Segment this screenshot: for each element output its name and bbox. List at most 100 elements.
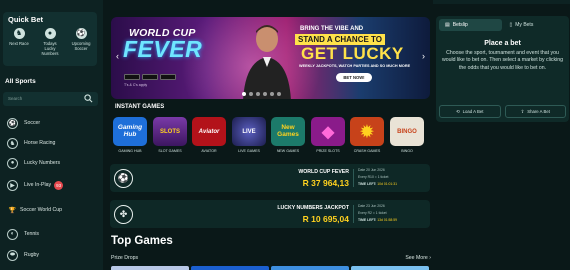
betslip-tabs: ▤ Betslip ▯ My Bets xyxy=(439,19,566,31)
game-label: NEW GAMES xyxy=(276,149,300,153)
jackpot-date: Date 20 Jun 2026 xyxy=(358,168,385,172)
game-thumb: ✹ xyxy=(350,117,384,146)
banner-dot[interactable] xyxy=(263,92,267,96)
quick-bet-label: Todays Lucky Numbers xyxy=(41,41,59,57)
game-label: GAMING HUB xyxy=(118,149,142,153)
game-tile-crash-games[interactable]: ✹ CRASH GAMES xyxy=(350,117,384,153)
rugby-icon: ⬬ xyxy=(7,249,18,261)
tab-my-bets[interactable]: ▯ My Bets xyxy=(504,19,567,31)
betslip-icon: ▤ xyxy=(445,22,450,28)
jackpot-divider xyxy=(353,205,354,223)
banner-tagline: BRING THE VIBE AND xyxy=(300,26,364,32)
game-label: LIVE GAMES xyxy=(238,149,260,153)
share-icon: ⇪ xyxy=(520,108,525,114)
sidebar-item-soccer-world-cup[interactable]: 🏆 Soccer World Cup xyxy=(0,201,103,219)
sidebar-item-live-in-play[interactable]: ▶ Live In-Play 93 xyxy=(0,176,103,194)
game-tile-new-games[interactable]: New Games NEW GAMES xyxy=(271,117,305,153)
game-thumb: ◆ xyxy=(311,117,345,146)
game-tile-bingo[interactable]: BINGO BINGO xyxy=(390,117,424,153)
game-tile-live-games[interactable]: LIVE LIVE GAMES xyxy=(232,117,266,153)
soccer-ball-icon: ⚽ xyxy=(114,169,133,188)
tennis-icon: ◐ xyxy=(7,228,18,240)
betslip-title: Place a bet xyxy=(484,40,521,47)
betslip-instructions: Choose the sport, tournament and event t… xyxy=(442,50,564,71)
quick-bet-upcoming-soccer[interactable]: ⚽ Upcoming Soccer xyxy=(69,28,93,51)
game-label: AVIATOR xyxy=(201,149,217,153)
tab-betslip[interactable]: ▤ Betslip xyxy=(439,19,502,31)
banner-big-text: GET LUCKY xyxy=(301,44,404,63)
horse-icon: ♞ xyxy=(7,137,18,149)
share-bet-label: Share A Bet xyxy=(527,109,550,114)
jackpot-divider xyxy=(353,169,354,187)
live-count-badge: 93 xyxy=(54,180,64,190)
game-label: BINGO xyxy=(401,149,413,153)
sidebar-item-lucky-numbers[interactable]: ● Lucky Numbers xyxy=(0,154,103,172)
banner-dot[interactable] xyxy=(270,92,274,96)
quick-bet-next-race[interactable]: ♞ Next Race xyxy=(7,28,31,46)
jackpot-amount: R 10 695,04 xyxy=(302,214,349,224)
game-tile-gaming-hub[interactable]: Gaming Hub GAMING HUB xyxy=(113,117,147,153)
tab-label: Betslip xyxy=(452,22,468,28)
game-label: PRIZE SLOTS xyxy=(316,149,340,153)
search-placeholder: Search xyxy=(8,96,23,101)
sidebar-item-label: Tennis xyxy=(24,231,39,237)
jackpot-timer-value: 10d 01:01:31 xyxy=(377,182,398,186)
prize-drop-thumb[interactable] xyxy=(111,266,189,270)
share-bet-button[interactable]: ⇪ Share A Bet xyxy=(504,105,566,118)
sports-search[interactable]: Search xyxy=(3,92,98,106)
jackpot-timer: TIME LEFT: 13d 01:58:59 xyxy=(358,218,397,222)
jackpot-name: WORLD CUP FEVER xyxy=(298,169,349,175)
sidebar-item-horse-racing[interactable]: ♞ Horse Racing xyxy=(0,134,103,152)
banner-dot[interactable] xyxy=(249,92,253,96)
instant-games-title: INSTANT GAMES xyxy=(115,104,165,110)
prize-drop-thumb[interactable] xyxy=(271,266,349,270)
lucky-balls-icon: ● xyxy=(44,28,56,39)
jackpot-card-world-cup[interactable]: ⚽ WORLD CUP FEVER R 37 964,13 Date 20 Ju… xyxy=(110,164,430,192)
banner-dot[interactable] xyxy=(277,92,281,96)
game-tile-aviator[interactable]: Aviator AVIATOR xyxy=(192,117,226,153)
search-icon[interactable] xyxy=(84,94,93,103)
live-icon: ▶ xyxy=(7,179,18,191)
game-label: CRASH GAMES xyxy=(353,149,381,153)
jackpot-timer-label: TIME LEFT: xyxy=(358,182,377,186)
bet-now-button[interactable]: BET NOW! xyxy=(336,73,372,82)
game-tile-slot-games[interactable]: SLOTS SLOT GAMES xyxy=(153,117,187,153)
sidebar-item-soccer[interactable]: ⚽ Soccer xyxy=(0,114,103,132)
prize-drop-thumb[interactable] xyxy=(351,266,429,270)
presenter-image xyxy=(243,25,291,99)
game-tile-prize-slots[interactable]: ◆ PRIZE SLOTS xyxy=(311,117,345,153)
jackpot-timer: TIME LEFT: 10d 01:01:31 xyxy=(358,182,397,186)
banner-subtext: WEEKLY JACKPOTS, WATCH PARTIES AND SO MU… xyxy=(299,64,411,68)
jackpot-date: Date 23 Jun 2026 xyxy=(358,204,385,208)
load-bet-button[interactable]: ⟲ Load A Bet xyxy=(439,105,501,118)
banner-dot[interactable] xyxy=(242,92,246,96)
jackpot-name: LUCKY NUMBERS JACKPOT xyxy=(277,205,349,211)
chevron-right-icon: › xyxy=(429,255,431,261)
betslip-actions: ⟲ Load A Bet ⇪ Share A Bet xyxy=(439,105,566,118)
main-content: WORLD CUP FEVER T's & C's apply BRING TH… xyxy=(103,0,433,270)
banner-prev-arrow[interactable]: ‹ xyxy=(113,50,122,62)
google-play-badge[interactable] xyxy=(142,74,158,80)
quick-bet-title: Quick Bet xyxy=(8,15,44,24)
sidebar-item-tennis[interactable]: ◐ Tennis xyxy=(0,225,103,243)
lucky-balls-icon: ● xyxy=(7,157,18,169)
banner-next-arrow[interactable]: › xyxy=(419,50,428,62)
quick-bet-label: Next Race xyxy=(9,41,29,46)
banner-pagination xyxy=(242,92,281,96)
sidebar-item-rugby[interactable]: ⬬ Rugby xyxy=(0,246,103,264)
game-thumb: BINGO xyxy=(390,117,424,146)
see-more-link[interactable]: See More › xyxy=(405,255,431,261)
promo-banner[interactable]: WORLD CUP FEVER T's & C's apply BRING TH… xyxy=(111,17,430,99)
top-bar-strip xyxy=(433,0,570,4)
see-more-label: See More xyxy=(405,255,428,261)
app-gallery-badge[interactable] xyxy=(160,74,176,80)
sidebar-item-label: Soccer World Cup xyxy=(20,207,62,213)
sidebar-item-label: Live In-Play xyxy=(24,182,52,188)
jackpot-card-lucky-numbers[interactable]: ✤ LUCKY NUMBERS JACKPOT R 10 695,04 Date… xyxy=(110,200,430,228)
jackpot-timer-value: 13d 01:58:59 xyxy=(377,218,398,222)
app-store-badge[interactable] xyxy=(124,74,140,80)
quick-bet-lucky-numbers[interactable]: ● Todays Lucky Numbers xyxy=(38,28,62,56)
prize-drop-thumb[interactable] xyxy=(191,266,269,270)
banner-dot[interactable] xyxy=(256,92,260,96)
banner-headline-main: FEVER xyxy=(123,36,203,62)
